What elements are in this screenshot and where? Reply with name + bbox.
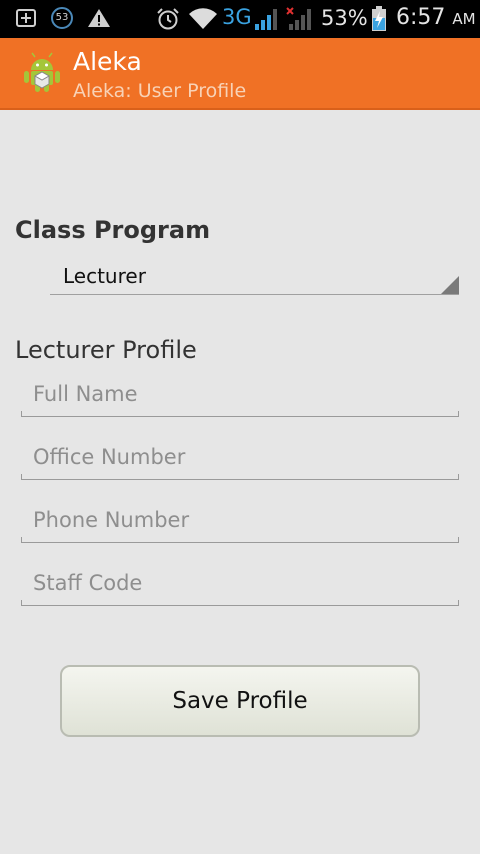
class-program-label: Class Program: [15, 216, 211, 244]
wifi-icon: [188, 7, 218, 35]
staff-code-field[interactable]: [21, 564, 459, 606]
field-underline: [21, 600, 459, 606]
field-underline: [21, 474, 459, 480]
lecturer-profile-heading: Lecturer Profile: [15, 336, 197, 364]
add-icon: [16, 9, 36, 27]
android-icon[interactable]: [22, 52, 62, 98]
save-profile-button[interactable]: Save Profile: [60, 665, 420, 737]
notification-count-icon: 53: [51, 7, 73, 29]
clock: 6:57 AM: [396, 5, 476, 30]
app-subtitle: Aleka: User Profile: [73, 80, 247, 102]
clock-time: 6:57: [396, 5, 446, 30]
office-number-input[interactable]: [21, 438, 459, 476]
class-program-spinner[interactable]: Lecturer: [50, 259, 459, 295]
full-name-input[interactable]: [21, 375, 459, 413]
status-bar: 53 3G 53% 6:57 AM: [0, 0, 480, 38]
action-bar: Aleka Aleka: User Profile: [0, 38, 480, 110]
phone-number-input[interactable]: [21, 501, 459, 539]
clock-ampm: AM: [452, 10, 476, 28]
field-underline: [21, 411, 459, 417]
signal-icon: [254, 7, 278, 35]
no-signal-icon: [286, 7, 312, 35]
app-title: Aleka: [73, 47, 142, 76]
dropdown-arrow-icon: [441, 276, 459, 294]
phone-number-field[interactable]: [21, 501, 459, 543]
alarm-icon: [156, 7, 180, 35]
battery-charging-icon: [371, 6, 387, 36]
staff-code-input[interactable]: [21, 564, 459, 602]
network-type-label: 3G: [222, 5, 252, 29]
field-underline: [21, 537, 459, 543]
battery-percent: 53%: [321, 6, 368, 30]
warning-icon: [87, 8, 111, 32]
full-name-field[interactable]: [21, 375, 459, 417]
spinner-selected-value: Lecturer: [63, 264, 146, 288]
office-number-field[interactable]: [21, 438, 459, 480]
